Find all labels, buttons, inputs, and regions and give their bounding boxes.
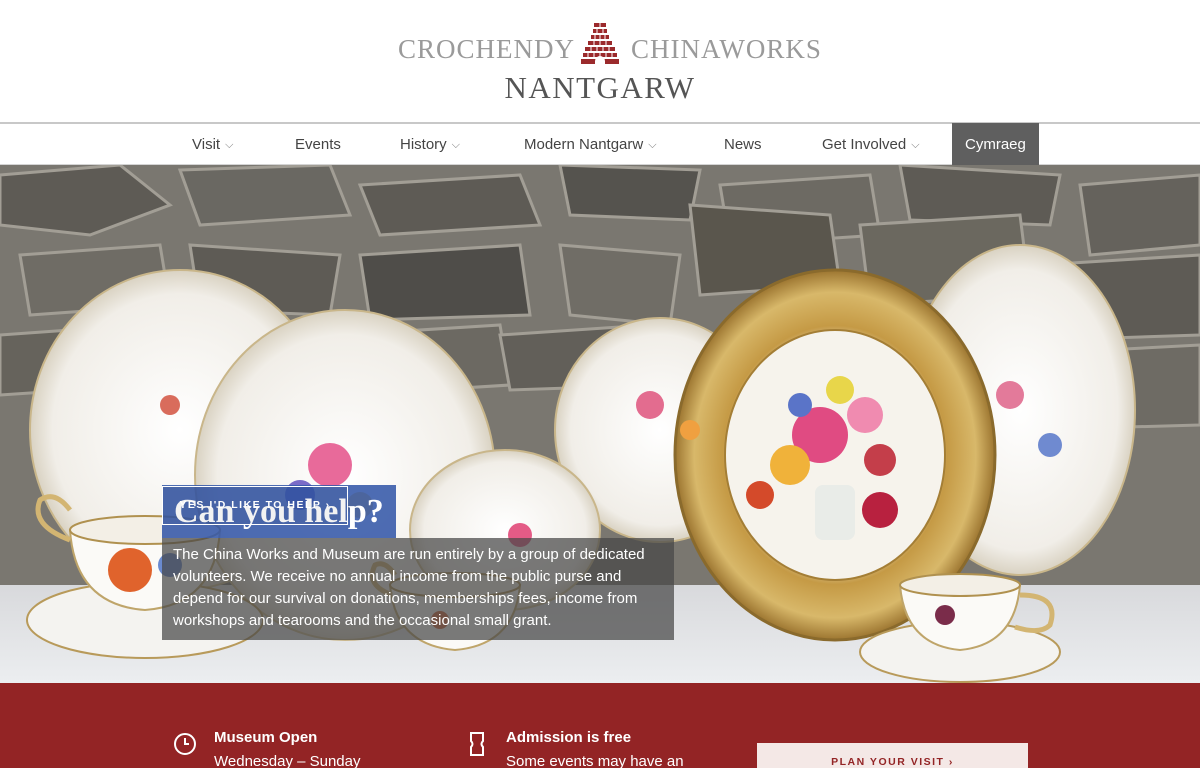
site-logo[interactable]: CROCHENDY CHINAWORKS NANTGARW bbox=[0, 0, 1200, 122]
nav-item-label: History bbox=[400, 136, 447, 153]
nav-item-get-involved[interactable]: Get Involved ⌵ bbox=[822, 124, 920, 165]
chevron-down-icon: ⌵ bbox=[451, 139, 461, 151]
chevron-down-icon: ⌵ bbox=[911, 139, 920, 151]
chevron-down-icon: ⌵ bbox=[648, 139, 657, 151]
chevron-down-icon: ⌵ bbox=[225, 139, 234, 151]
nav-item-history[interactable]: History ⌵ bbox=[400, 124, 460, 165]
nav-item-visit[interactable]: Visit ⌵ bbox=[192, 124, 233, 165]
language-switch-cymraeg[interactable]: Cymraeg bbox=[952, 123, 1039, 166]
nav-item-label: Get Involved bbox=[822, 136, 907, 153]
nav-item-modern-nantgarw[interactable]: Modern Nantgarw ⌵ bbox=[524, 124, 657, 165]
ticket-icon bbox=[470, 732, 484, 756]
nav-item-news[interactable]: News bbox=[724, 124, 762, 165]
nav-item-label: Modern Nantgarw bbox=[524, 136, 644, 153]
logo-nantgarw: NANTGARW bbox=[504, 70, 696, 105]
visit-info-band: Museum Open Wednesday – Sunday Admission… bbox=[0, 683, 1200, 768]
main-navigation: Visit ⌵ Events History ⌵ Modern Nantgarw ⌵ … bbox=[0, 122, 1200, 166]
clock-icon bbox=[174, 733, 196, 755]
logo-chinaworks: CHINAWORKS bbox=[631, 34, 822, 64]
admission-heading: Admission is free bbox=[506, 729, 632, 746]
hero-body-text: The China Works and Museum are run entir… bbox=[173, 546, 645, 629]
site-header: CROCHENDY CHINAWORKS NANTGARW bbox=[0, 0, 1200, 122]
bottle-kiln-logo-icon bbox=[581, 23, 619, 64]
opening-hours-heading: Museum Open bbox=[214, 729, 318, 746]
opening-hours-text: Wednesday – Sunday bbox=[214, 753, 361, 768]
nav-item-label: Events bbox=[295, 136, 341, 153]
plan-your-visit-button[interactable]: PLAN YOUR VISIT › bbox=[757, 743, 1028, 768]
nav-item-label: Visit bbox=[192, 136, 221, 153]
logo-crochendy: CROCHENDY bbox=[398, 34, 576, 64]
nav-item-label: News bbox=[724, 136, 762, 153]
hero-body-box: The China Works and Museum are run entir… bbox=[162, 538, 674, 640]
help-cta-button[interactable]: YES I'D LIKE TO HELP › bbox=[162, 486, 348, 525]
admission-text: Some events may have an bbox=[506, 753, 684, 768]
nav-item-events[interactable]: Events bbox=[295, 124, 341, 165]
hero-section: Can you help? The China Works and Museum… bbox=[0, 165, 1200, 683]
